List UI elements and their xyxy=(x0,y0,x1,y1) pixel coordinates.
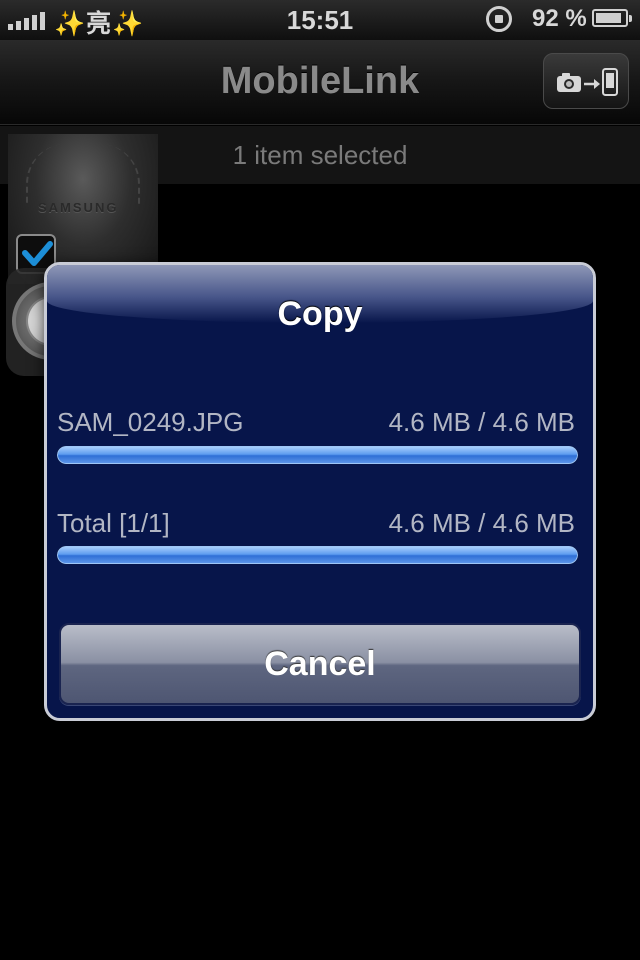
thumbnail-stitching xyxy=(26,144,140,204)
total-progress-bar xyxy=(57,546,578,564)
copy-dialog: Copy SAM_0249.JPG 4.6 MB / 4.6 MB Total … xyxy=(44,262,596,721)
dialog-title: Copy xyxy=(277,295,363,333)
file-size: 4.6 MB / 4.6 MB xyxy=(388,407,575,437)
status-bar: ✨亮✨ 15:51 92 % xyxy=(0,0,640,40)
camera-to-phone-button[interactable] xyxy=(543,53,629,109)
battery-level xyxy=(596,13,622,23)
nav-bar: MobileLink xyxy=(0,40,640,125)
total-progress-fill xyxy=(57,546,578,564)
file-name: SAM_0249.JPG xyxy=(57,407,244,437)
rotation-lock-icon xyxy=(486,6,512,32)
thumbnail-logo: SAMSUNG xyxy=(38,200,119,215)
file-progress-fill xyxy=(57,446,578,464)
cancel-label: Cancel xyxy=(264,645,376,683)
total-label: Total [1/1] xyxy=(57,508,170,538)
battery-icon xyxy=(592,9,632,27)
battery-percent: 92 % xyxy=(532,5,587,32)
file-progress-bar xyxy=(57,446,578,464)
screen: ✨亮✨ 15:51 92 % MobileLink 1 item selecte… xyxy=(0,0,640,960)
cancel-button[interactable]: Cancel xyxy=(59,623,581,705)
total-size: 4.6 MB / 4.6 MB xyxy=(388,508,575,538)
camera-to-phone-icon xyxy=(557,68,618,96)
